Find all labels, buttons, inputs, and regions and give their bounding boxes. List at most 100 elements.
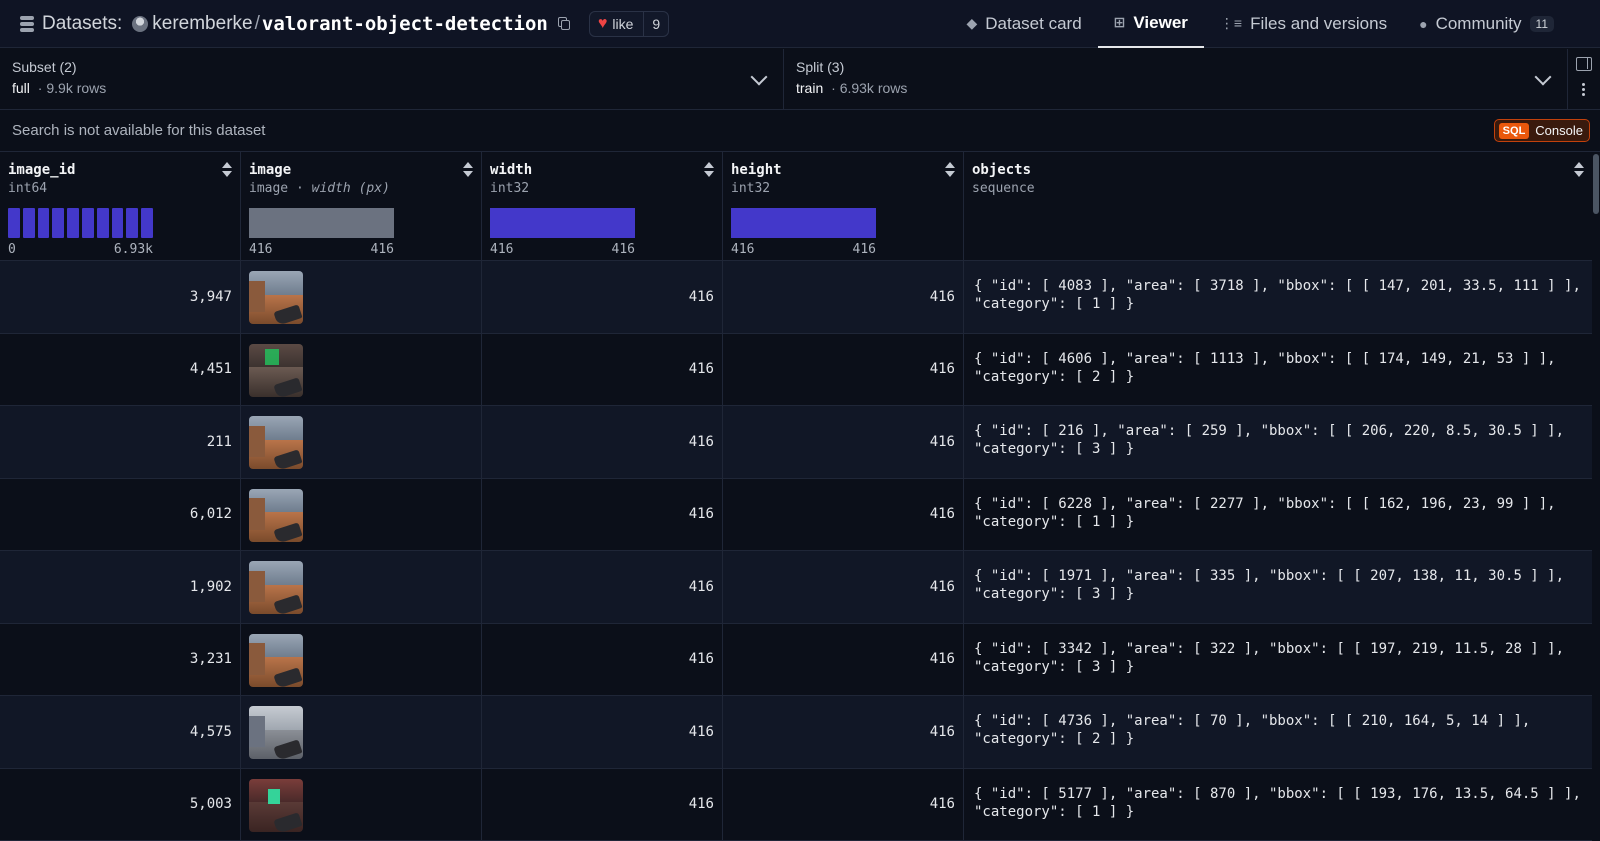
image-thumbnail[interactable] (249, 271, 303, 324)
datasets-link[interactable]: Datasets: (42, 13, 122, 35)
cell-width[interactable]: 416 (482, 406, 723, 478)
table-row[interactable]: 211 416 416 { "id": [ 216 ], "area": [ 2… (0, 406, 1592, 479)
cell-height[interactable]: 416 (723, 768, 964, 840)
cell-image[interactable] (241, 478, 482, 550)
cell-image-id[interactable]: 4,451 (0, 333, 241, 405)
histogram[interactable] (490, 208, 635, 238)
table-row[interactable]: 5,003 416 416 { "id": [ 5177 ], "area": … (0, 768, 1592, 841)
cell-image[interactable] (241, 406, 482, 478)
histogram-bar[interactable] (249, 208, 394, 238)
histogram[interactable] (731, 208, 876, 238)
table-row[interactable]: 4,575 416 416 { "id": [ 4736 ], "area": … (0, 696, 1592, 769)
cell-width[interactable]: 416 (482, 551, 723, 623)
cell-image[interactable] (241, 623, 482, 695)
cell-width[interactable]: 416 (482, 768, 723, 840)
image-thumbnail[interactable] (249, 343, 303, 397)
column-header-image[interactable]: image image · width (px) 416 416 (241, 152, 482, 260)
column-header-width[interactable]: width int32 416 416 (482, 152, 723, 260)
sql-console-button[interactable]: SQL Console (1493, 119, 1590, 142)
cell-width[interactable]: 416 (482, 623, 723, 695)
sort-icon[interactable] (222, 162, 232, 178)
histogram-bar[interactable] (37, 208, 50, 238)
sort-icon[interactable] (463, 162, 473, 178)
histogram-bar[interactable] (8, 208, 20, 238)
cell-image-id[interactable]: 3,231 (0, 623, 241, 695)
image-thumbnail[interactable] (249, 633, 303, 687)
cell-image-id[interactable]: 211 (0, 406, 241, 478)
histogram-bar[interactable] (731, 208, 876, 238)
histogram-bar[interactable] (141, 208, 153, 238)
cell-image[interactable] (241, 261, 482, 333)
cell-objects[interactable]: { "id": [ 1971 ], "area": [ 335 ], "bbox… (964, 551, 1592, 623)
histogram-bar[interactable] (67, 208, 79, 238)
owner-link[interactable]: keremberke (152, 13, 252, 35)
column-header-objects[interactable]: objects sequence (964, 152, 1592, 260)
table-row[interactable]: 1,902 416 416 { "id": [ 1971 ], "area": … (0, 551, 1592, 624)
sort-icon[interactable] (704, 162, 714, 178)
column-header-height[interactable]: height int32 416 416 (723, 152, 964, 260)
tab-community[interactable]: ● Community 11 (1403, 0, 1570, 48)
cell-height[interactable]: 416 (723, 551, 964, 623)
table-row[interactable]: 6,012 416 416 { "id": [ 6228 ], "area": … (0, 478, 1592, 551)
like-count[interactable]: 9 (644, 16, 668, 32)
cell-image-id[interactable]: 4,575 (0, 696, 241, 768)
sort-icon[interactable] (1574, 162, 1584, 178)
cell-width[interactable]: 416 (482, 333, 723, 405)
cell-objects[interactable]: { "id": [ 4606 ], "area": [ 1113 ], "bbo… (964, 334, 1592, 406)
cell-image-id[interactable]: 6,012 (0, 478, 241, 550)
cell-objects[interactable]: { "id": [ 6228 ], "area": [ 2277 ], "bbo… (964, 479, 1592, 551)
histogram-bar[interactable] (490, 208, 635, 238)
side-panel-icon[interactable] (1576, 57, 1592, 71)
cell-height[interactable]: 416 (723, 333, 964, 405)
cell-image-id[interactable]: 1,902 (0, 551, 241, 623)
cell-width[interactable]: 416 (482, 696, 723, 768)
sort-icon[interactable] (945, 162, 955, 178)
copy-icon[interactable] (557, 16, 571, 31)
histogram[interactable] (8, 208, 153, 238)
cell-image[interactable] (241, 768, 482, 840)
like-button[interactable]: ♥ like (590, 11, 645, 36)
cell-height[interactable]: 416 (723, 478, 964, 550)
cell-image[interactable] (241, 333, 482, 405)
cell-image[interactable] (241, 696, 482, 768)
cell-image[interactable] (241, 551, 482, 623)
tab-viewer[interactable]: ⊞ Viewer (1097, 0, 1204, 48)
table-scrollbar[interactable] (1592, 152, 1600, 841)
cell-width[interactable]: 416 (482, 261, 723, 333)
cell-image-id[interactable]: 5,003 (0, 768, 241, 840)
repo-name[interactable]: valorant-object-detection (262, 13, 548, 35)
image-thumbnail[interactable] (249, 778, 303, 832)
column-header-image-id[interactable]: image_id int64 0 6.93k (0, 152, 241, 260)
cell-height[interactable]: 416 (723, 406, 964, 478)
image-thumbnail[interactable] (249, 488, 303, 542)
subset-select[interactable]: Subset (2) full · 9.9k rows (0, 49, 784, 110)
histogram-bar[interactable] (52, 208, 65, 238)
cell-objects[interactable]: { "id": [ 5177 ], "area": [ 870 ], "bbox… (964, 769, 1592, 841)
table-row[interactable]: 4,451 416 416 { "id": [ 4606 ], "area": … (0, 333, 1592, 406)
tab-dataset-card[interactable]: ◆ Dataset card (950, 0, 1097, 48)
table-row[interactable]: 3,231 416 416 { "id": [ 3342 ], "area": … (0, 623, 1592, 696)
histogram[interactable] (249, 208, 394, 238)
histogram-bar[interactable] (81, 208, 94, 238)
scrollbar-thumb[interactable] (1593, 154, 1599, 214)
more-options-icon[interactable] (1582, 83, 1585, 98)
split-select[interactable]: Split (3) train · 6.93k rows (784, 49, 1568, 110)
cell-width[interactable]: 416 (482, 478, 723, 550)
cell-height[interactable]: 416 (723, 696, 964, 768)
cell-objects[interactable]: { "id": [ 3342 ], "area": [ 322 ], "bbox… (964, 624, 1592, 696)
cell-height[interactable]: 416 (723, 623, 964, 695)
cell-image-id[interactable]: 3,947 (0, 261, 241, 333)
tab-files-and-versions[interactable]: ⋮≡ Files and versions (1204, 0, 1403, 48)
table-row[interactable]: 3,947 416 416 { "id": [ 4083 ], "area": … (0, 261, 1592, 334)
image-thumbnail[interactable] (249, 561, 303, 614)
cell-objects[interactable]: { "id": [ 4736 ], "area": [ 70 ], "bbox"… (964, 696, 1592, 768)
image-thumbnail[interactable] (249, 706, 303, 759)
histogram-bar[interactable] (22, 208, 35, 238)
cell-height[interactable]: 416 (723, 261, 964, 333)
histogram-bar[interactable] (111, 208, 124, 238)
cell-objects[interactable]: { "id": [ 4083 ], "area": [ 3718 ], "bbo… (964, 261, 1592, 333)
image-thumbnail[interactable] (249, 416, 303, 469)
cell-objects[interactable]: { "id": [ 216 ], "area": [ 259 ], "bbox"… (964, 406, 1592, 478)
histogram-bar[interactable] (126, 208, 139, 238)
histogram-bar[interactable] (96, 208, 109, 238)
